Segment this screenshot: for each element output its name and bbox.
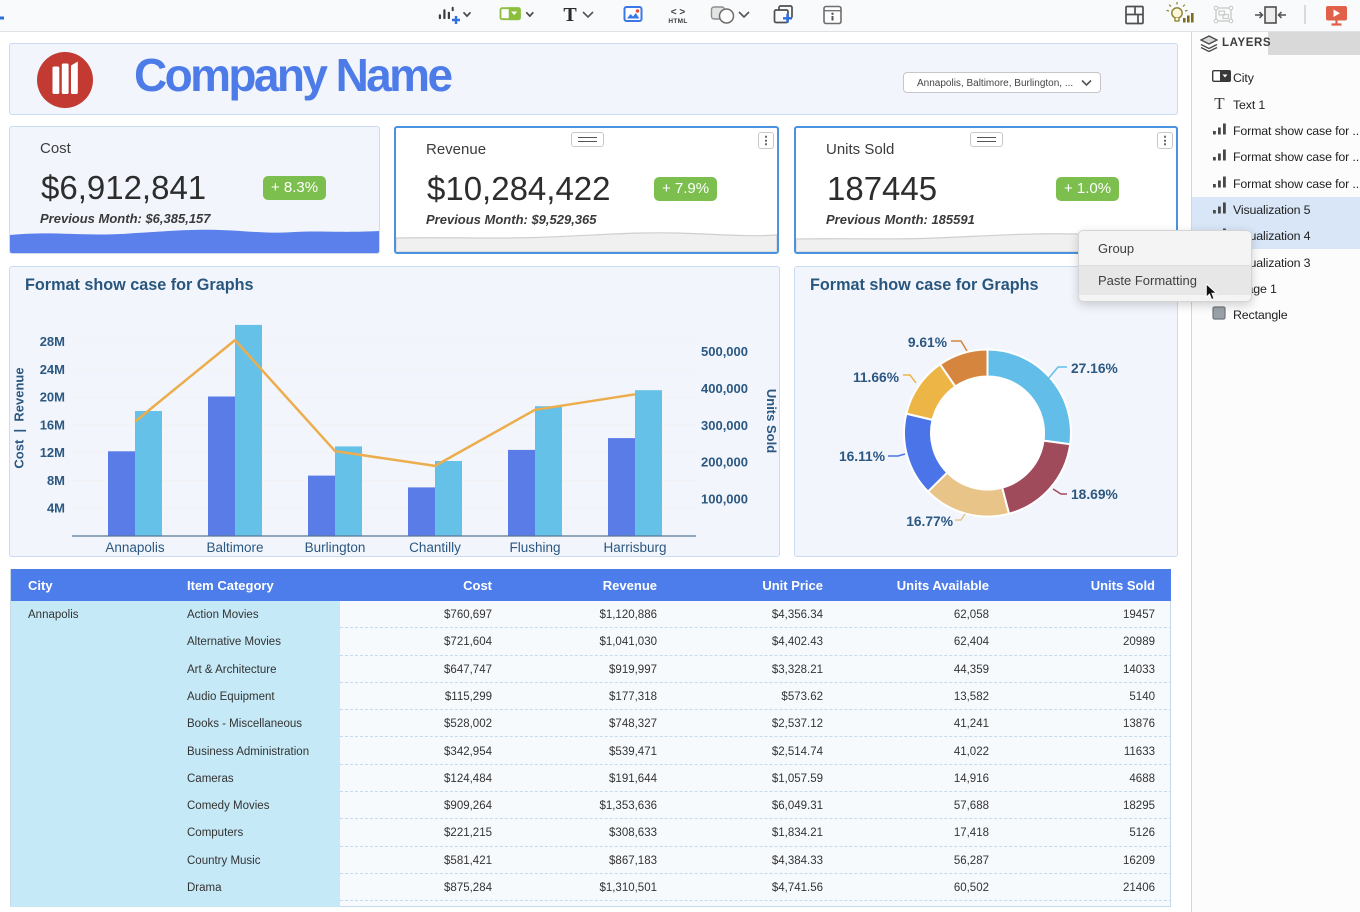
svg-text:12M: 12M <box>40 445 65 460</box>
svg-text:27.16%: 27.16% <box>1071 361 1118 376</box>
svg-text:16.11%: 16.11% <box>839 449 885 464</box>
svg-text:200,000: 200,000 <box>701 455 748 470</box>
svg-text:Chantilly: Chantilly <box>409 540 461 555</box>
svg-text:Flushing: Flushing <box>509 540 560 555</box>
svg-text:Baltimore: Baltimore <box>206 540 263 555</box>
svg-text:HTML: HTML <box>668 18 687 25</box>
svg-text:500,000: 500,000 <box>701 344 748 359</box>
svg-text:9.61%: 9.61% <box>908 335 947 350</box>
svg-text:28M: 28M <box>40 334 65 349</box>
svg-text:T: T <box>563 4 577 26</box>
svg-text:18.69%: 18.69% <box>1071 487 1118 502</box>
svg-text:20M: 20M <box>40 390 65 405</box>
svg-text:400,000: 400,000 <box>701 381 748 396</box>
svg-text:T: T <box>1214 96 1225 111</box>
svg-text:16M: 16M <box>40 417 65 432</box>
svg-text:16.77%: 16.77% <box>906 514 953 529</box>
svg-text:Annapolis: Annapolis <box>105 540 165 555</box>
svg-text:< >: < > <box>671 7 686 18</box>
svg-text:100,000: 100,000 <box>701 492 748 507</box>
svg-text:300,000: 300,000 <box>701 418 748 433</box>
svg-text:11.66%: 11.66% <box>853 370 899 385</box>
svg-text:Burlington: Burlington <box>305 540 366 555</box>
svg-text:24M: 24M <box>40 362 65 377</box>
svg-text:Cost | Revenue: Cost | Revenue <box>12 367 27 468</box>
svg-text:Harrisburg: Harrisburg <box>603 540 666 555</box>
svg-text:Units Sold: Units Sold <box>764 389 779 453</box>
svg-text:4M: 4M <box>47 501 65 516</box>
svg-text:8M: 8M <box>47 473 65 488</box>
